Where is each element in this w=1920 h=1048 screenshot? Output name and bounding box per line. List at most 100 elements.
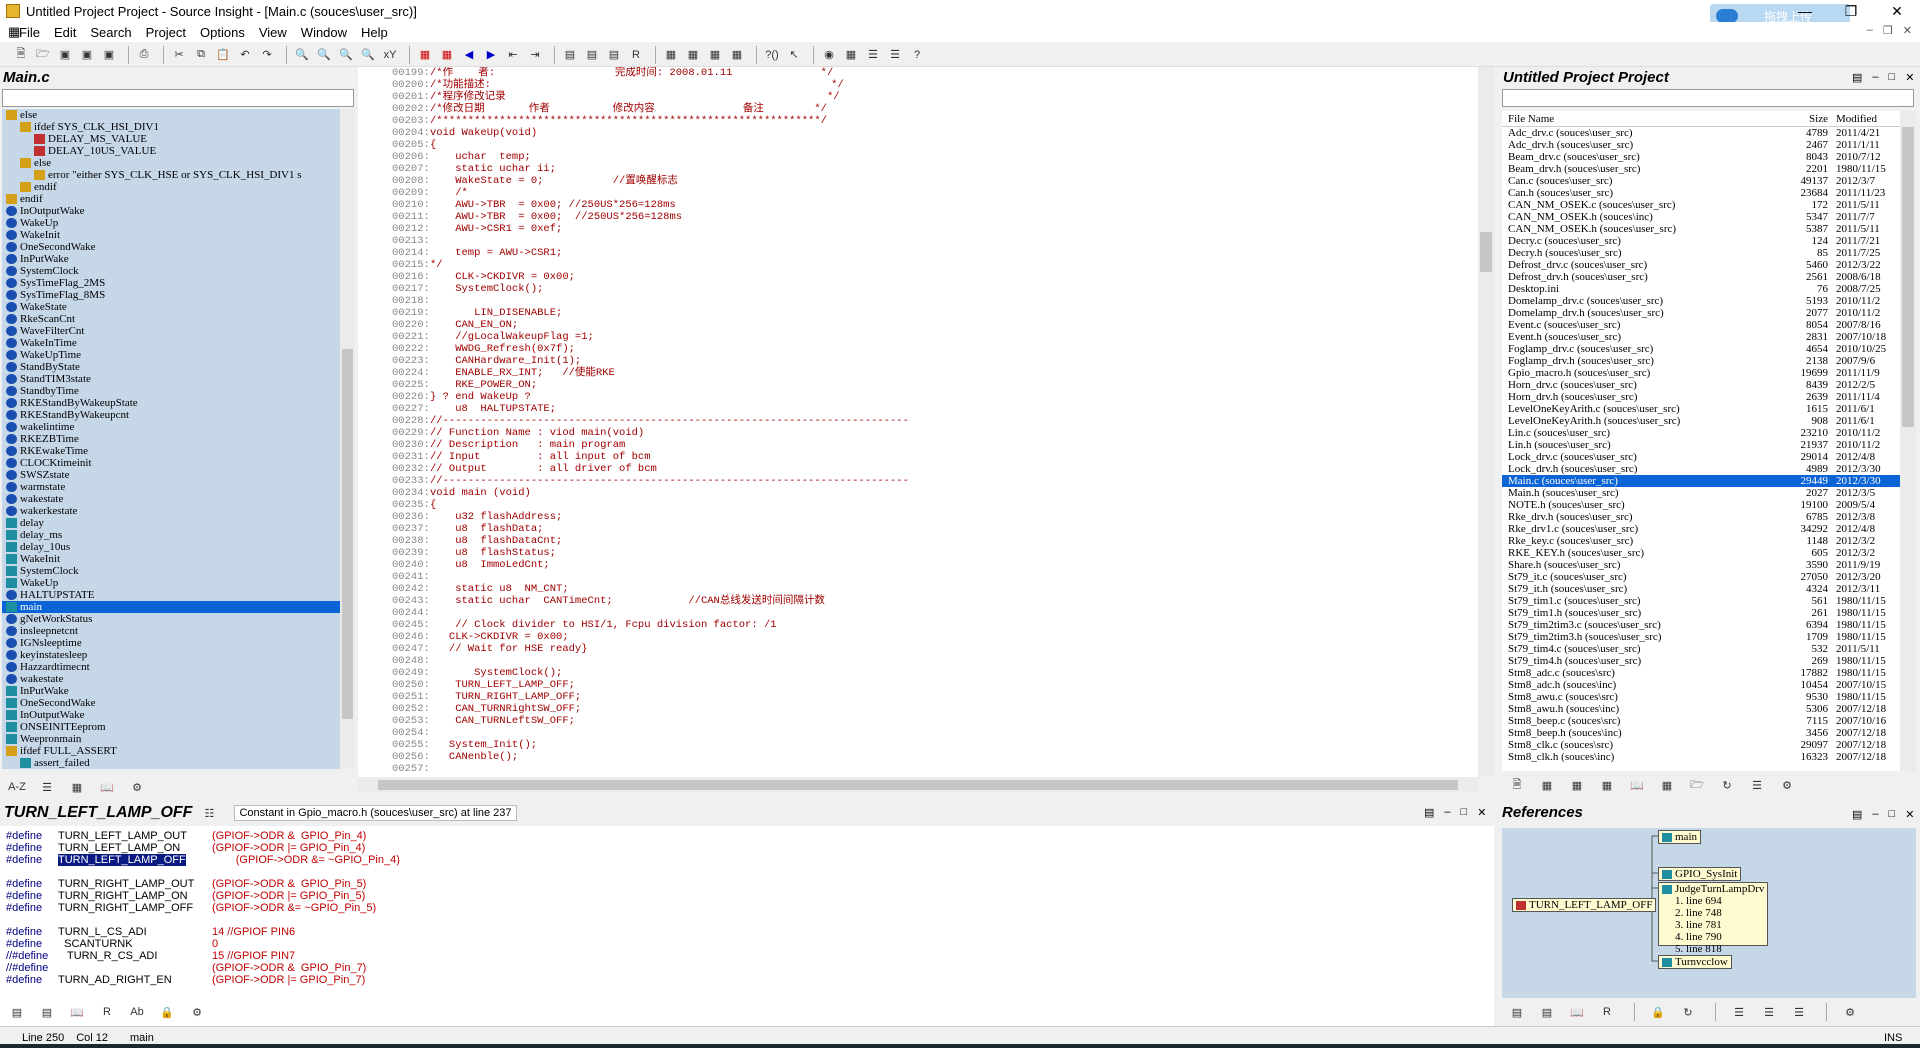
maximize-button[interactable]: ❐ [1828,0,1874,22]
file-row[interactable]: St79_tim4.c (souces\user_src) 532 2011/5/1… [1502,643,1900,655]
close-icon[interactable]: ✕ [1905,71,1914,84]
file-row[interactable]: CAN_NM_OSEK.c (souces\user_src) 172 2011/5… [1502,199,1900,211]
symbol-item[interactable]: endif [2,193,340,205]
symbol-item[interactable]: SWSZstate [2,469,340,481]
bookmark-list-icon[interactable]: ▦ [438,46,456,64]
help-icon[interactable]: ? [908,46,926,64]
file-row[interactable]: Stm8_adc.h (souces\inc) 10454 2007/10/15 [1502,679,1900,691]
file-row[interactable]: Stm8_clk.h (souces\inc) 16323 2007/12/18 [1502,751,1900,763]
save-all-icon[interactable]: ▣ [78,46,96,64]
file-row[interactable]: Can.h (souces\user_src) 23684 2011/11/23 [1502,187,1900,199]
symbol-item[interactable]: Hazzardtimecnt [2,661,340,673]
file-row[interactable]: Adc_drv.h (souces\user_src) 2467 2011/1/11 [1502,139,1900,151]
menu-view[interactable]: View [252,25,294,40]
dir-view-icon[interactable]: ▦ [1538,776,1556,794]
list-view-icon[interactable]: ☰ [38,778,56,796]
category-icon[interactable]: ▦ [1658,776,1676,794]
braces-icon[interactable]: ?() [763,46,781,64]
minimize-icon[interactable]: – [1444,806,1450,819]
maximize-icon[interactable]: □ [1889,808,1896,821]
sync-icon[interactable]: ↻ [1679,1003,1697,1021]
file-row[interactable]: Beam_drv.h (souces\user_src) 2201 1980/11/… [1502,163,1900,175]
new-file-icon[interactable]: 🗎 [12,46,30,64]
file-row[interactable]: Event.c (souces\user_src) 8054 2007/8/16 [1502,319,1900,331]
sort-az-icon[interactable]: A-Z [8,778,26,796]
file-row[interactable]: Stm8_awu.c (souces\src) 9530 1980/11/15 [1502,691,1900,703]
file-view-icon[interactable]: 🗎 [1508,776,1526,794]
symbol-item[interactable]: delay_ms [2,529,340,541]
file-row[interactable]: Event.h (souces\user_src) 2831 2007/10/18 [1502,331,1900,343]
forward-icon[interactable]: ▶ [482,46,500,64]
category-icon[interactable]: ▦ [68,778,86,796]
file-row[interactable]: St79_tim1.h (souces\user_src) 261 1980/11/… [1502,607,1900,619]
lookup-icon[interactable]: R [1598,1003,1616,1021]
layout2-icon[interactable]: ▦ [684,46,702,64]
file-row[interactable]: Lin.c (souces\user_src) 23210 2010/11/2 [1502,427,1900,439]
symbol-item[interactable]: InPutWake [2,253,340,265]
ref-root-node[interactable]: TURN_LEFT_LAMP_OFF [1512,898,1657,912]
menu-search[interactable]: Search [83,25,138,40]
symbol-item[interactable]: RKEwakeTime [2,445,340,457]
book-icon[interactable]: 📖 [68,1003,86,1021]
symbol-item[interactable]: else [2,157,340,169]
symbol-item[interactable]: ONSEINITEeprom [2,721,340,733]
menu-project[interactable]: Project [139,25,193,40]
symbol-item[interactable]: WakeUp [2,217,340,229]
replace-icon[interactable]: xY [381,46,399,64]
file-row[interactable]: St79_tim1.c (souces\user_src) 561 1980/11/… [1502,595,1900,607]
symbol-item[interactable]: keyinstatesleep [2,649,340,661]
symbol-item[interactable]: DELAY_10US_VALUE [2,145,340,157]
file-row[interactable]: LevelOneKeyArith.h (souces\user_src) 908 2… [1502,415,1900,427]
project-file-list[interactable]: File Name Size Modified Adc_drv.c (souce… [1502,111,1900,771]
print-icon[interactable]: ⎙ [135,46,153,64]
close-icon[interactable]: ✕ [1905,808,1914,821]
menu-file[interactable]: File [12,25,47,40]
symbol-item[interactable]: IGNsleeptime [2,637,340,649]
symbol-item[interactable]: ifdef SYS_CLK_HSI_DIV1 [2,121,340,133]
jump-icon[interactable]: ⇤ [504,46,522,64]
layout4-icon[interactable]: ▦ [728,46,746,64]
reference-graph[interactable]: TURN_LEFT_LAMP_OFF main GPIO_SysInit Jud… [1502,828,1916,998]
reference-line[interactable]: 2. line 748 [1675,907,1764,919]
file-row[interactable]: St79_it.h (souces\user_src) 4324 2012/3/11 [1502,583,1900,595]
editor-hscrollbar[interactable] [358,777,1478,793]
file-row[interactable]: Stm8_clk.c (souces\src) 29097 2007/12/18 [1502,739,1900,751]
list-icon[interactable]: ☰ [1730,1003,1748,1021]
file-row[interactable]: Rke_drv.h (souces\user_src) 6785 2012/3/8 [1502,511,1900,523]
context-code[interactable]: #define TURN_LEFT_LAMP_OUT (GPIOF->ODR & G… [0,830,1470,1000]
code-editor[interactable]: 00199:/*作 者: 完成时间: 2008.01.11 */00200:/*… [358,67,1490,777]
file-row[interactable]: Rke_drv1.c (souces\user_src) 34292 2012/4/… [1502,523,1900,535]
file-row[interactable]: NOTE.h (souces\user_src) 19100 2009/5/4 [1502,499,1900,511]
symbol-item[interactable]: WakeUp [2,577,340,589]
ref-node-gpio-sysinit[interactable]: GPIO_SysInit [1658,867,1742,881]
cut-icon[interactable]: ✂ [170,46,188,64]
mdi-close-icon[interactable]: ✕ [1903,24,1912,37]
settings-icon[interactable]: ⚙ [1778,776,1796,794]
project-filter-combo[interactable] [1502,89,1914,107]
lock-icon[interactable]: 🔒 [158,1003,176,1021]
maximize-icon[interactable]: □ [1889,71,1896,84]
file-row[interactable]: Main.c (souces\user_src) 29449 2012/3/30 [1502,475,1900,487]
symbol-item[interactable]: WaveFilterCnt [2,325,340,337]
symbol-item[interactable]: main [2,601,340,613]
ref-node-judgeturnlampdrv[interactable]: JudgeTurnLampDrv 1. line 694 2. line 748 3… [1658,882,1769,955]
file-row[interactable]: Main.h (souces\user_src) 2027 2012/3/5 [1502,487,1900,499]
file-row[interactable]: Lin.h (souces\user_src) 21937 2010/11/2 [1502,439,1900,451]
symbol-item[interactable]: WakeInit [2,229,340,241]
symbol-item[interactable]: RKEStandByWakeupcnt [2,409,340,421]
editor-vscrollbar[interactable] [1478,67,1494,777]
symbol-item[interactable]: StandbyTime [2,385,340,397]
jump-def-icon[interactable]: ▤ [8,1003,26,1021]
menu-window[interactable]: Window [294,25,354,40]
file-row[interactable]: Adc_drv.c (souces\user_src) 4789 2011/4/21 [1502,127,1900,139]
symbol-item[interactable]: RKEZBTime [2,433,340,445]
tree-icon[interactable]: ☰ [864,46,882,64]
tree-icon[interactable]: ☰ [1790,1003,1808,1021]
symbol-item[interactable]: StandTIM3state [2,373,340,385]
symbol-item[interactable]: InPutWake [2,685,340,697]
reference-line[interactable]: 1. line 694 [1675,895,1764,907]
lookup-icon[interactable]: R [98,1003,116,1021]
symbol-item[interactable]: WakeInit [2,553,340,565]
file-row[interactable]: Domelamp_drv.c (souces\user_src) 5193 2010… [1502,295,1900,307]
find-next-icon[interactable]: 🔍 [315,46,333,64]
